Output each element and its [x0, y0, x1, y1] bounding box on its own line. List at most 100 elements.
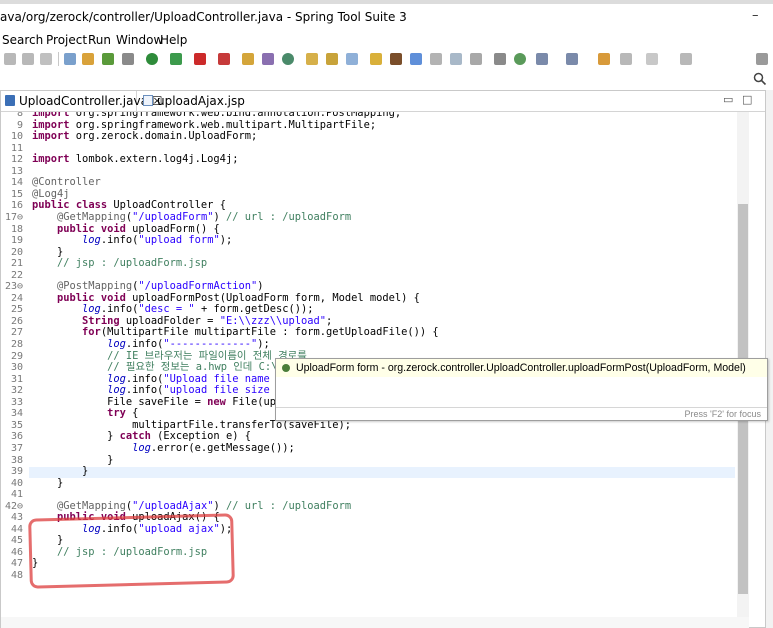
line-number: 40 — [10, 477, 23, 489]
prev-annotation-icon[interactable] — [566, 53, 578, 65]
code-line[interactable]: // jsp : /uploadForm.jsp — [32, 257, 207, 270]
line-number: 46 — [10, 546, 23, 558]
line-number: 28 — [10, 339, 23, 350]
line-number: 27 — [10, 327, 23, 339]
line-number: 9 — [16, 119, 23, 131]
mark-occurrences-icon[interactable] — [410, 53, 422, 65]
paragraph-icon[interactable] — [494, 53, 506, 65]
line-number: 23⊖ — [4, 281, 23, 293]
line-number: 43 — [10, 512, 23, 524]
line-number: 42⊖ — [4, 500, 23, 512]
line-number: 33 — [10, 396, 23, 408]
pin-icon[interactable] — [390, 53, 402, 65]
stop-icon[interactable] — [194, 53, 206, 65]
open-file-icon[interactable] — [326, 53, 338, 65]
line-number: 18 — [10, 223, 23, 235]
word-wrap-icon[interactable] — [430, 53, 442, 65]
code-line[interactable]: import org.zerock.domain.UploadForm; — [32, 130, 257, 143]
line-number: 17⊖ — [4, 211, 23, 223]
code-line[interactable]: import lombok.extern.log4j.Log4j; — [32, 153, 238, 166]
line-number: 34 — [10, 408, 23, 420]
perspective-icon[interactable] — [756, 53, 768, 65]
code-line[interactable]: } — [32, 477, 63, 490]
line-number: 44 — [10, 523, 23, 535]
line-number: 29 — [10, 350, 23, 362]
code-line[interactable]: log.info("upload form"); — [32, 234, 232, 247]
minimize-editor-button[interactable]: ▭ — [723, 93, 733, 106]
minimize-button[interactable]: – — [752, 8, 759, 23]
tooltip-footer: Press 'F2' for focus — [276, 407, 767, 421]
horizontal-scrollbar[interactable] — [1, 617, 749, 628]
run-icon[interactable] — [146, 53, 158, 65]
line-number: 15 — [10, 188, 23, 200]
boot-dashboard-icon[interactable] — [262, 53, 274, 65]
tooltip-hint: Press 'F2' for focus — [684, 409, 761, 419]
menu-search[interactable]: Search — [2, 33, 43, 47]
menu-run[interactable]: Run — [88, 33, 111, 47]
quick-access-row — [0, 70, 773, 88]
title-bar: ava/org/zerock/controller/UploadControll… — [0, 0, 773, 32]
forward-nav-icon[interactable] — [646, 53, 658, 65]
new-server-icon[interactable] — [242, 53, 254, 65]
current-line-highlight — [29, 467, 735, 478]
code-line[interactable]: log.error(e.getMessage()); — [32, 442, 295, 455]
tab-upload-controller[interactable]: UploadController.java ☒ — [1, 91, 163, 111]
block-select-icon[interactable] — [450, 53, 462, 65]
server-icon[interactable] — [218, 53, 230, 65]
back-icon[interactable] — [40, 53, 52, 65]
open-folder-icon[interactable] — [306, 53, 318, 65]
back-nav-icon[interactable] — [620, 53, 632, 65]
line-number: 24 — [10, 292, 23, 304]
last-edit-icon[interactable] — [598, 53, 610, 65]
line-number: 25 — [10, 304, 23, 316]
tooltip-header: UploadForm form - org.zerock.controller.… — [276, 359, 767, 377]
code-line[interactable]: log.info("upload file size : " — [32, 384, 295, 397]
toolbar-separator — [58, 52, 59, 66]
edit-icon[interactable] — [346, 53, 358, 65]
line-number: 41 — [10, 489, 23, 501]
line-number: 10 — [10, 131, 23, 143]
dropdown-icon[interactable] — [680, 53, 692, 65]
line-number: 26 — [10, 315, 23, 327]
line-number: 32 — [10, 385, 23, 397]
run-config-icon[interactable] — [170, 53, 182, 65]
line-number: 16 — [10, 200, 23, 212]
search-icon[interactable] — [753, 72, 767, 86]
task-icon[interactable] — [370, 53, 382, 65]
debug-icon[interactable] — [122, 53, 134, 65]
red-highlight-annotation — [28, 513, 235, 589]
menu-bar: Search Project Run Window Help — [0, 32, 773, 50]
toggle-icon[interactable] — [82, 53, 94, 65]
toolbar — [0, 50, 773, 70]
menu-window[interactable]: Window — [116, 33, 163, 47]
line-number: 39 — [10, 466, 23, 478]
line-number: 12 — [10, 154, 23, 166]
java-file-icon — [5, 95, 15, 106]
line-number: 48 — [10, 570, 23, 581]
open-type-icon[interactable] — [282, 53, 294, 65]
line-number: 14 — [10, 177, 23, 189]
redo-icon[interactable] — [22, 53, 34, 65]
menu-help[interactable]: Help — [160, 33, 187, 47]
format-icon[interactable] — [64, 53, 76, 65]
jsp-file-icon — [143, 95, 153, 106]
next-annotation-icon[interactable] — [536, 53, 548, 65]
line-number: 45 — [10, 535, 23, 547]
code-line[interactable]: } — [32, 466, 88, 478]
refresh-icon[interactable] — [102, 53, 114, 65]
line-number: 22 — [10, 269, 23, 281]
window-title: ava/org/zerock/controller/UploadControll… — [0, 10, 407, 24]
globe-icon[interactable] — [514, 53, 526, 65]
line-number: 11 — [10, 142, 23, 154]
line-number: 37 — [10, 442, 23, 454]
undo-icon[interactable] — [4, 53, 16, 65]
tab-upload-ajax[interactable]: uploadAjax.jsp — [137, 91, 257, 111]
line-number: 20 — [10, 246, 23, 258]
line-number: 8 — [16, 112, 23, 119]
line-number: 13 — [10, 165, 23, 177]
menu-project[interactable]: Project — [46, 33, 87, 47]
whitespace-icon[interactable] — [470, 53, 482, 65]
maximize-editor-button[interactable]: □ — [742, 93, 752, 106]
line-number: 38 — [10, 454, 23, 466]
line-number: 35 — [10, 419, 23, 431]
